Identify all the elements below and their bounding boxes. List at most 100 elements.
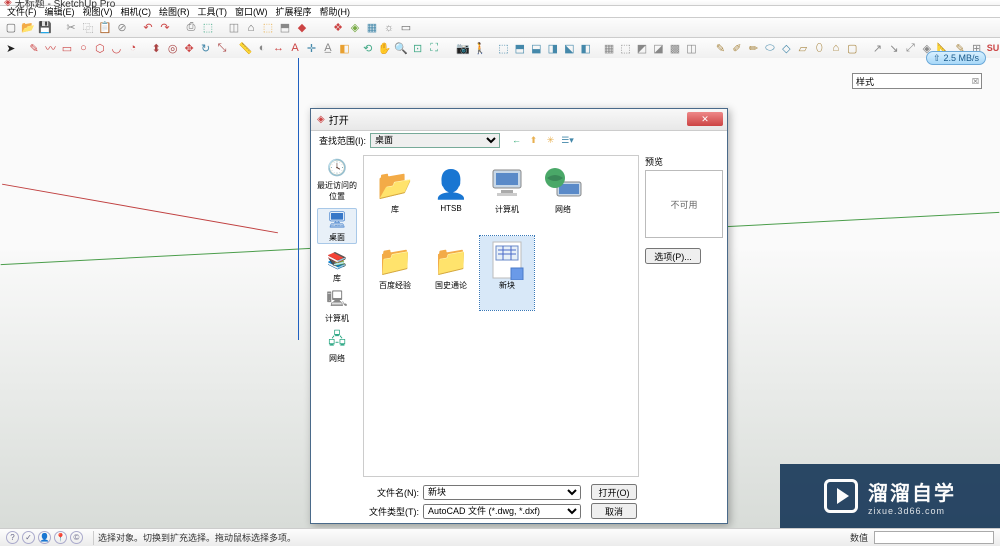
cut-icon[interactable]: ✂: [64, 21, 78, 35]
front-icon[interactable]: ⬓: [530, 41, 543, 55]
filename-input[interactable]: 新块: [423, 485, 581, 500]
status-icon-credits[interactable]: ©: [70, 531, 83, 544]
place-network[interactable]: 🖧 网络: [317, 330, 357, 364]
place-recent[interactable]: 🕓 最近访问的位置: [317, 157, 357, 202]
model-info-icon[interactable]: ⬚: [201, 21, 215, 35]
ext-tool-7-icon[interactable]: ⬯: [813, 41, 826, 55]
mono-icon[interactable]: ◫: [685, 41, 698, 55]
menu-tools[interactable]: 工具(T): [195, 5, 231, 18]
ext-tool-11-icon[interactable]: ↘: [887, 41, 900, 55]
rotate-icon[interactable]: ↻: [199, 41, 212, 55]
warehouse-icon[interactable]: ⬚: [261, 21, 275, 35]
menu-file[interactable]: 文件(F): [4, 5, 40, 18]
freehand-icon[interactable]: 〰: [44, 41, 57, 55]
walk-icon[interactable]: 🚶: [473, 41, 487, 55]
save-icon[interactable]: 💾: [38, 21, 52, 35]
menu-camera[interactable]: 相机(C): [118, 5, 155, 18]
ext-tool-1-icon[interactable]: ✎: [714, 41, 727, 55]
file-list[interactable]: 📂 库 👤 HTSB 计算机 网络 📁 百度经验: [363, 155, 639, 477]
ext-tool-6-icon[interactable]: ▱: [796, 41, 809, 55]
ext-tool-3-icon[interactable]: ✏: [747, 41, 760, 55]
options-button[interactable]: 选项(P)...: [645, 248, 701, 264]
scale-icon[interactable]: ⤡: [215, 41, 228, 55]
dialog-close-button[interactable]: ✕: [687, 112, 723, 126]
xray-icon[interactable]: ▦: [602, 41, 615, 55]
rect-icon[interactable]: ▭: [60, 41, 73, 55]
new-file-icon[interactable]: ▢: [4, 21, 18, 35]
menu-help[interactable]: 帮助(H): [317, 5, 354, 18]
texture-icon[interactable]: ▩: [668, 41, 681, 55]
open-button[interactable]: 打开(O): [591, 484, 637, 500]
redo-icon[interactable]: ↷: [158, 21, 172, 35]
delete-icon[interactable]: ⊘: [115, 21, 129, 35]
cancel-button[interactable]: 取消: [591, 503, 637, 519]
dim-icon[interactable]: ↔: [272, 41, 285, 55]
menu-edit[interactable]: 编辑(E): [42, 5, 78, 18]
file-item-libraries[interactable]: 📂 库: [368, 160, 422, 234]
undo-icon[interactable]: ↶: [141, 21, 155, 35]
layers-icon[interactable]: ❖: [331, 21, 345, 35]
left-icon[interactable]: ◧: [579, 41, 592, 55]
orbit-icon[interactable]: ⟲: [361, 41, 374, 55]
extension-icon[interactable]: ◆: [295, 21, 309, 35]
zoom-icon[interactable]: 🔍: [394, 41, 408, 55]
measure-input[interactable]: [874, 531, 994, 544]
file-item-folder-2[interactable]: 📁 国史通论: [424, 236, 478, 310]
wireframe-icon[interactable]: ⬚: [619, 41, 632, 55]
zoomext-icon[interactable]: ⛶: [427, 41, 440, 55]
file-item-network[interactable]: 网络: [536, 160, 590, 234]
move-icon[interactable]: ✥: [182, 41, 195, 55]
status-icon-2[interactable]: ✓: [22, 531, 35, 544]
pushpull-icon[interactable]: ⬍: [149, 41, 162, 55]
lookin-select[interactable]: 桌面: [370, 133, 500, 148]
tape-icon[interactable]: 📏: [239, 41, 253, 55]
status-icon-1[interactable]: ?: [6, 531, 19, 544]
menu-view[interactable]: 视图(V): [80, 5, 116, 18]
share-icon[interactable]: ⬒: [278, 21, 292, 35]
scene-icon[interactable]: ▭: [399, 21, 413, 35]
file-item-folder-1[interactable]: 📁 百度经验: [368, 236, 422, 310]
zoomwin-icon[interactable]: ⊡: [411, 41, 424, 55]
ext-tool-2-icon[interactable]: ✐: [730, 41, 743, 55]
dialog-titlebar[interactable]: ◈ 打开 ✕: [311, 109, 727, 131]
protractor-icon[interactable]: ◐: [255, 41, 268, 55]
pan-icon[interactable]: ✋: [377, 41, 391, 55]
shadows-icon[interactable]: ☼: [382, 21, 396, 35]
paste-icon[interactable]: 📋: [98, 21, 112, 35]
ext-tool-8-icon[interactable]: ⌂: [829, 41, 842, 55]
print-icon[interactable]: ⎙: [184, 21, 198, 35]
arc-icon[interactable]: ◡: [110, 41, 123, 55]
menu-draw[interactable]: 绘图(R): [156, 5, 193, 18]
copy-icon[interactable]: ⿻: [81, 21, 95, 35]
top-icon[interactable]: ⬒: [513, 41, 526, 55]
open-icon[interactable]: 📂: [21, 21, 35, 35]
axes-icon[interactable]: ✛: [305, 41, 318, 55]
file-item-selected[interactable]: 新块: [480, 236, 534, 310]
ext-tool-10-icon[interactable]: ↗: [871, 41, 884, 55]
nav-back-icon[interactable]: ←: [510, 134, 523, 147]
place-desktop[interactable]: 🖥 桌面: [317, 208, 357, 244]
styles-panel[interactable]: 样式 ☒: [852, 73, 982, 89]
menu-extensions[interactable]: 扩展程序: [273, 5, 315, 18]
styles-close-icon[interactable]: ☒: [972, 77, 979, 86]
nav-up-icon[interactable]: ⬆: [527, 134, 540, 147]
camera-icon[interactable]: 📷: [456, 41, 470, 55]
back-icon[interactable]: ⬕: [563, 41, 576, 55]
polygon-icon[interactable]: ⬡: [93, 41, 106, 55]
circle-icon[interactable]: ○: [77, 41, 90, 55]
hidden-icon[interactable]: ◩: [635, 41, 648, 55]
nav-newfolder-icon[interactable]: ✳: [544, 134, 557, 147]
pie-icon[interactable]: ◔: [126, 41, 139, 55]
text-icon[interactable]: A: [288, 41, 301, 55]
ext-tool-12-icon[interactable]: ⤢: [904, 41, 917, 55]
home-icon[interactable]: ⌂: [244, 21, 258, 35]
offset-icon[interactable]: ◎: [166, 41, 179, 55]
materials-icon[interactable]: ◈: [348, 21, 362, 35]
filetype-select[interactable]: AutoCAD 文件 (*.dwg, *.dxf): [423, 504, 581, 519]
line-icon[interactable]: ✎: [27, 41, 40, 55]
nav-viewmenu-icon[interactable]: ☰▾: [561, 134, 574, 147]
section-icon[interactable]: ◧: [338, 41, 351, 55]
status-icon-geo[interactable]: 📍: [54, 531, 67, 544]
component-icon[interactable]: ◫: [227, 21, 241, 35]
styles-icon[interactable]: ▦: [365, 21, 379, 35]
